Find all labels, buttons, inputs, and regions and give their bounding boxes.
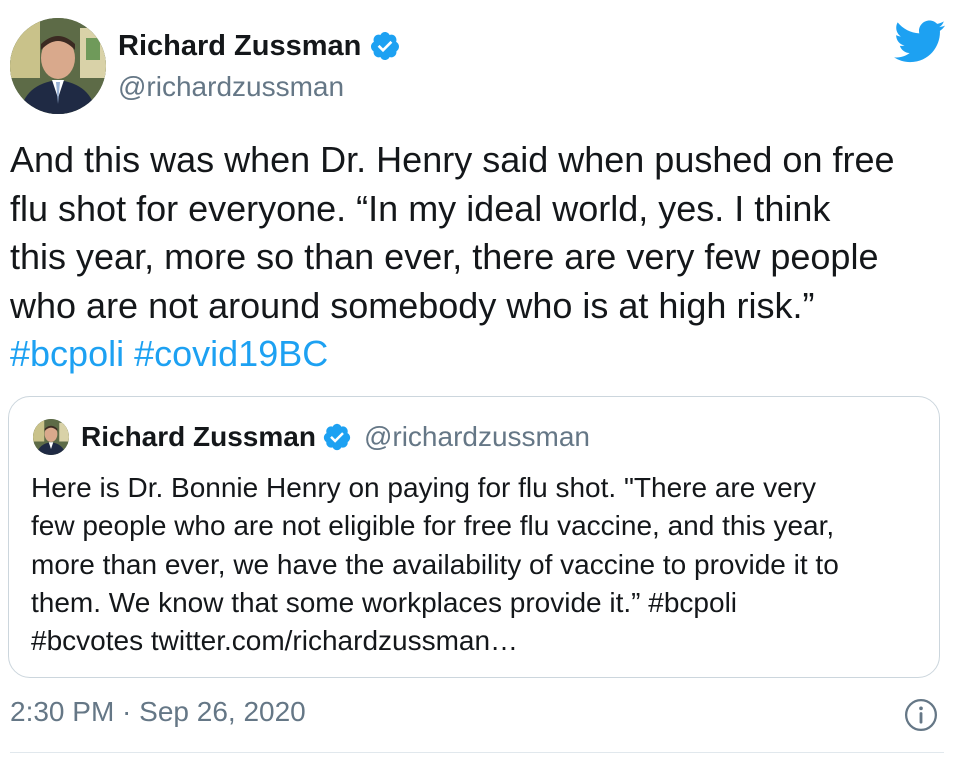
verified-badge-icon xyxy=(371,32,400,60)
tweet-body: And this was when Dr. Henry said when pu… xyxy=(10,136,950,379)
tweet-timestamp[interactable]: 2:30 PM · Sep 26, 2020 xyxy=(10,696,306,728)
quoted-author-avatar xyxy=(33,419,69,455)
tweet-line: And this was when Dr. Henry said when pu… xyxy=(10,139,895,180)
quoted-author-handle: @richardzussman xyxy=(363,421,591,452)
hashtag-link[interactable]: #covid19BC xyxy=(134,333,328,374)
tweet-hashtags: #bcpoli #covid19BC xyxy=(10,330,950,379)
author-handle[interactable]: @richardzussman xyxy=(118,68,401,106)
tweet-line: who are not around somebody who is at hi… xyxy=(10,284,815,326)
info-icon[interactable] xyxy=(904,698,938,732)
quoted-tweet-line: few people who are not eligible for free… xyxy=(31,510,835,542)
quoted-tweet-card[interactable]: Richard Zussman @richardzussman Here is … xyxy=(8,396,940,678)
quoted-tweet-line: more than ever, we have the availability… xyxy=(31,548,839,580)
hashtag-link[interactable]: #bcpoli xyxy=(10,333,124,374)
quoted-author-name: Richard Zussman xyxy=(81,421,316,452)
author-name[interactable]: Richard Zussman xyxy=(118,28,361,64)
author-block: Richard Zussman @richardzussman xyxy=(118,28,401,106)
tweet-line: this year, more so than ever, there are … xyxy=(10,236,879,277)
quoted-tweet-body: Here is Dr. Bonnie Henry on paying for f… xyxy=(31,469,931,660)
divider xyxy=(10,752,944,753)
verified-badge-icon xyxy=(323,423,351,451)
tweet-line: flu shot for everyone. “In my ideal worl… xyxy=(10,187,831,229)
author-avatar[interactable] xyxy=(10,18,106,114)
quoted-tweet-line: them. We know that some workplaces provi… xyxy=(31,586,738,618)
quoted-tweet-header: Richard Zussman @richardzussman xyxy=(81,421,590,453)
quoted-tweet-line: Here is Dr. Bonnie Henry on paying for f… xyxy=(31,472,816,503)
twitter-bird-icon xyxy=(894,20,946,63)
quoted-tweet-line: #bcvotes twitter.com/richardzussman… xyxy=(31,625,519,657)
